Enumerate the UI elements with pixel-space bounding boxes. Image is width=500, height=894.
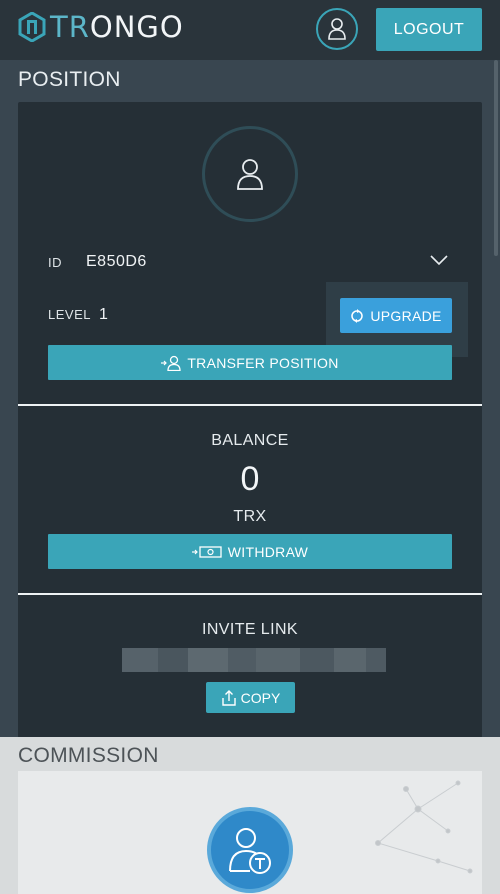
divider — [18, 593, 482, 595]
balance-label: BALANCE — [211, 432, 289, 449]
logout-button[interactable]: LOGOUT — [376, 8, 482, 51]
copy-invite-link-button[interactable]: COPY — [206, 682, 295, 713]
commission-user-token-icon — [207, 807, 293, 893]
commission-section-title: COMMISSION — [18, 744, 159, 767]
share-icon — [221, 689, 236, 706]
commission-card — [18, 771, 482, 894]
invite-link-value-redacted — [122, 648, 386, 672]
user-token-icon — [229, 828, 271, 874]
refresh-icon — [351, 308, 364, 323]
user-icon — [237, 159, 263, 190]
transfer-user-icon — [161, 355, 181, 371]
id-label: ID — [48, 254, 62, 270]
position-id-selector[interactable]: ID E850D6 — [48, 252, 448, 272]
divider — [18, 404, 482, 406]
invite-link-label: INVITE LINK — [202, 621, 298, 638]
profile-avatar-button[interactable] — [316, 8, 358, 50]
trongo-logo[interactable]: TRONGO — [18, 10, 184, 44]
logo-hexagon-icon — [18, 12, 46, 42]
position-section-title: POSITION — [18, 68, 121, 91]
logo-text-accent: TR — [50, 10, 90, 44]
upgrade-label: UPGRADE — [370, 307, 442, 324]
withdraw-button[interactable]: WITHDRAW — [48, 534, 452, 569]
chevron-down-icon[interactable] — [430, 254, 448, 266]
upgrade-button[interactable]: UPGRADE — [340, 298, 452, 333]
position-card: ID E850D6 LEVEL 1 UPGRADE TRANSFER POSIT… — [18, 102, 482, 738]
level-label: LEVEL — [48, 307, 91, 322]
withdraw-label: WITHDRAW — [227, 543, 309, 560]
level-value: 1 — [98, 306, 108, 323]
app-header: TRONGO LOGOUT — [0, 0, 500, 60]
cash-icon — [191, 545, 222, 558]
balance-unit: TRX — [233, 508, 267, 525]
balance-value: 0 — [240, 460, 260, 498]
level-row: LEVEL 1 — [48, 306, 108, 324]
user-icon — [328, 18, 346, 40]
logo-text: TRONGO — [50, 10, 184, 44]
transfer-position-button[interactable]: TRANSFER POSITION — [48, 345, 452, 380]
scrollbar[interactable] — [494, 60, 498, 256]
id-value: E850D6 — [86, 253, 147, 270]
copy-label: COPY — [240, 689, 281, 706]
transfer-label: TRANSFER POSITION — [187, 354, 339, 371]
logo-text-main: ONGO — [89, 10, 184, 44]
position-avatar — [202, 126, 298, 222]
